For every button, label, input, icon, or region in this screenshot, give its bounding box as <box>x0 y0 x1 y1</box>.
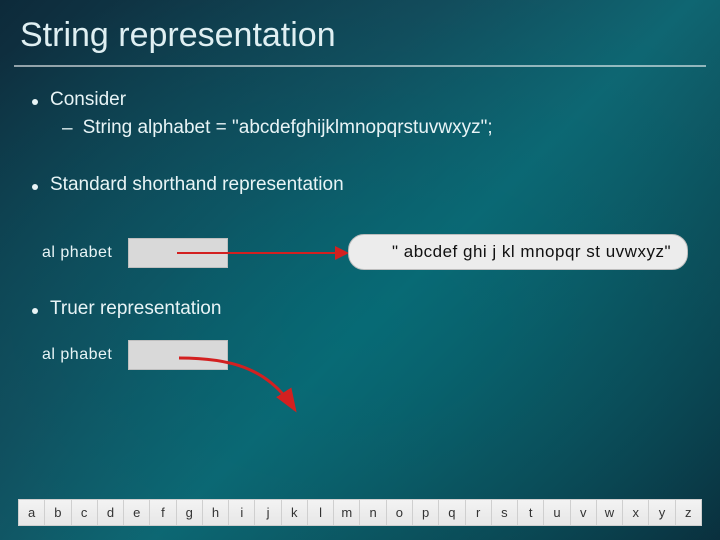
char-cell: b <box>45 500 71 525</box>
char-cell: d <box>98 500 124 525</box>
bullet-dot-icon <box>32 308 38 314</box>
bullet-standard: Standard shorthand representation <box>32 174 688 196</box>
slide-title: String representation <box>0 0 720 63</box>
bullet-text: Consider <box>50 89 126 111</box>
subbullet-text: String alphabet = "abcdefghijklmnopqrstu… <box>83 117 493 139</box>
truer-diagram: al phabet <box>32 344 688 430</box>
bullet-dot-icon <box>32 184 38 190</box>
string-value-pill: " abcdef ghi j kl mnopqr st uvwxyz" <box>348 234 688 270</box>
char-cell: q <box>439 500 465 525</box>
char-cell: k <box>282 500 308 525</box>
variable-label: al phabet <box>42 244 112 262</box>
char-cell: l <box>308 500 334 525</box>
char-cell: u <box>544 500 570 525</box>
arrow-icon <box>177 252 347 254</box>
bullet-truer: Truer representation <box>32 298 688 320</box>
char-cell: m <box>334 500 360 525</box>
bullet-consider: Consider <box>32 89 688 111</box>
char-cell: n <box>360 500 386 525</box>
char-cell: y <box>649 500 675 525</box>
char-cell: w <box>597 500 623 525</box>
char-cell: f <box>150 500 176 525</box>
char-cell: p <box>413 500 439 525</box>
char-cell: c <box>72 500 98 525</box>
char-array: abcdefghijklmnopqrstuvwxyz <box>18 499 702 526</box>
char-cell: z <box>676 500 701 525</box>
dash-icon: – <box>62 118 73 140</box>
variable-label: al phabet <box>42 346 112 364</box>
char-cell: e <box>124 500 150 525</box>
char-cell: r <box>466 500 492 525</box>
char-cell: a <box>19 500 45 525</box>
bullet-text: Truer representation <box>50 298 221 320</box>
subbullet-code: – String alphabet = "abcdefghijklmnopqrs… <box>62 117 688 140</box>
bullet-dot-icon <box>32 99 38 105</box>
char-cell: v <box>571 500 597 525</box>
variable-box <box>128 340 228 370</box>
bullet-text: Standard shorthand representation <box>50 174 344 196</box>
char-cell: h <box>203 500 229 525</box>
char-cell: x <box>623 500 649 525</box>
char-cell: j <box>255 500 281 525</box>
char-cell: t <box>518 500 544 525</box>
slide-body: Consider – String alphabet = "abcdefghij… <box>0 67 720 430</box>
char-cell: i <box>229 500 255 525</box>
shorthand-diagram: al phabet " abcdef ghi j kl mnopqr st uv… <box>32 226 688 290</box>
char-cell: o <box>387 500 413 525</box>
char-cell: g <box>177 500 203 525</box>
char-cell: s <box>492 500 518 525</box>
